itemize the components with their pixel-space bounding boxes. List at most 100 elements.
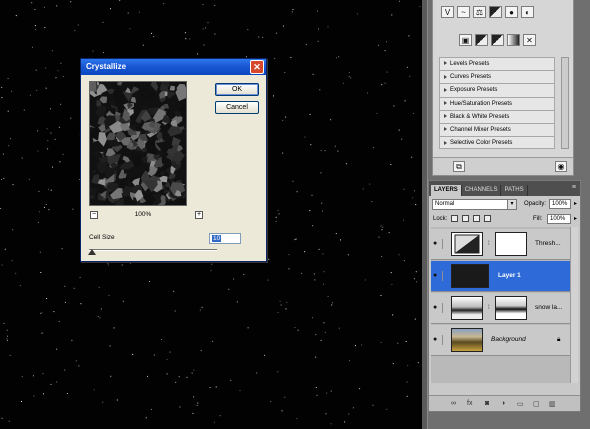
opacity-arrow-icon[interactable]: ▸ <box>574 200 577 209</box>
adjustments-scrollbar[interactable] <box>561 57 569 149</box>
preset-item[interactable]: Black & White Presets <box>439 109 555 123</box>
posterize-icon[interactable] <box>507 34 520 46</box>
star-dot <box>233 278 235 280</box>
lock-image-icon[interactable] <box>462 215 469 222</box>
clip-icon[interactable]: ⧉ <box>453 161 465 172</box>
close-icon[interactable]: ✕ <box>250 60 264 74</box>
balance-icon[interactable]: ⚖ <box>473 6 486 18</box>
invert-icon[interactable]: ✕ <box>523 34 536 46</box>
ok-button[interactable]: OK <box>215 83 259 96</box>
layer-row-snow[interactable]: ● ⁞ snow la... <box>431 293 571 324</box>
filter-preview[interactable] <box>89 81 187 206</box>
lock-all-icon[interactable] <box>484 215 491 222</box>
layers-scrollbar[interactable] <box>570 227 578 383</box>
star-dot <box>292 180 294 182</box>
preset-item[interactable]: Channel Mixer Presets <box>439 122 555 137</box>
star-dot <box>330 119 332 121</box>
hue-icon[interactable]: ● <box>505 6 518 18</box>
star-dot <box>381 255 383 257</box>
new-layer-icon[interactable]: ▢ <box>533 400 540 408</box>
slider-handle[interactable] <box>88 249 96 255</box>
zoom-in-button[interactable]: + <box>195 211 203 219</box>
star-dot <box>178 376 180 378</box>
exposure-icon[interactable] <box>489 6 502 18</box>
link-layers-icon[interactable]: ∞ <box>451 400 456 407</box>
preset-item[interactable]: Selective Color Presets <box>439 136 555 150</box>
star-dot <box>184 32 186 34</box>
link-icon[interactable]: ⁞ <box>488 305 490 311</box>
star-dot <box>35 69 37 71</box>
group-icon[interactable]: ▭ <box>517 400 524 408</box>
star-dot <box>338 56 340 58</box>
star-dot <box>348 413 350 415</box>
cell-size-slider[interactable] <box>89 249 217 251</box>
blend-mode-select[interactable]: Normal ▾ <box>432 199 517 210</box>
fill-input[interactable]: 100% <box>547 214 571 224</box>
layer-style-icon[interactable]: fx <box>467 400 472 407</box>
cancel-button[interactable]: Cancel <box>215 101 259 114</box>
dialog-title-bar[interactable]: Crystallize ✕ <box>81 59 266 75</box>
star-dot <box>315 387 317 388</box>
fill-arrow-icon[interactable]: ▸ <box>574 215 577 224</box>
star-dot <box>150 408 152 410</box>
star-dot <box>280 304 282 306</box>
star-dot <box>380 225 382 227</box>
star-dot <box>292 9 294 11</box>
preset-item[interactable]: Curves Presets <box>439 70 555 84</box>
star-dot <box>386 408 388 410</box>
star-dot <box>174 310 176 312</box>
lock-transparency-icon[interactable] <box>451 215 458 222</box>
add-mask-icon[interactable]: ◙ <box>485 400 489 407</box>
preset-item[interactable]: Exposure Presets <box>439 83 555 97</box>
star-dot <box>230 379 232 381</box>
layer-row-layer-1[interactable]: ● Layer 1 <box>431 261 571 292</box>
gradient-map-icon[interactable] <box>475 34 488 46</box>
cell-size-input[interactable]: 10 <box>209 233 241 244</box>
eye-icon[interactable]: ● <box>433 239 443 249</box>
preset-item[interactable]: Levels Presets <box>439 57 555 71</box>
star-dot <box>99 317 101 319</box>
zoom-out-button[interactable]: − <box>90 211 98 219</box>
trash-icon[interactable]: ▥ <box>549 400 556 408</box>
eye-icon[interactable]: ● <box>433 335 443 345</box>
star-dot <box>48 209 50 211</box>
mask-icon[interactable]: ▣ <box>459 34 472 46</box>
visibility-icon[interactable]: ◉ <box>555 161 567 172</box>
star-dot <box>297 329 299 331</box>
star-dot <box>47 148 49 150</box>
star-dot <box>407 364 409 366</box>
star-dot <box>12 184 14 186</box>
star-dot <box>127 12 129 14</box>
layer-name: snow la... <box>535 304 563 311</box>
tab-paths[interactable]: PATHS <box>501 185 528 196</box>
star-dot <box>7 78 9 79</box>
color-balance-icon[interactable]: ◐ <box>521 6 534 18</box>
star-dot <box>52 166 53 168</box>
levels-icon[interactable]: V <box>441 6 454 18</box>
lock-position-icon[interactable] <box>473 215 480 222</box>
star-dot <box>214 5 216 6</box>
lock-icon: 🔒︎ <box>557 336 561 343</box>
star-dot <box>413 278 415 280</box>
star-dot <box>399 0 400 2</box>
star-dot <box>270 401 272 402</box>
threshold-icon[interactable] <box>491 34 504 46</box>
star-dot <box>62 153 64 155</box>
panel-menu-icon[interactable]: ≡ <box>572 184 576 191</box>
preset-item[interactable]: Hue/Saturation Presets <box>439 96 555 110</box>
layer-row-threshold[interactable]: ● ⁞ Thresh... <box>431 229 571 260</box>
curves-icon[interactable]: ~ <box>457 6 470 18</box>
eye-icon[interactable]: ● <box>433 271 443 281</box>
cell-size-label: Cell Size <box>89 234 115 241</box>
star-dot <box>323 322 325 324</box>
eye-icon[interactable]: ● <box>433 303 443 313</box>
adjustment-layer-icon[interactable]: ◑ <box>501 400 505 407</box>
link-icon[interactable]: ⁞ <box>488 241 490 247</box>
tab-channels[interactable]: CHANNELS <box>462 185 502 196</box>
layer-row-background[interactable]: ● Background 🔒︎ <box>431 325 571 356</box>
star-dot <box>19 285 21 287</box>
tab-layers[interactable]: LAYERS <box>431 185 462 196</box>
star-dot <box>64 301 66 303</box>
star-dot <box>60 103 62 105</box>
opacity-input[interactable]: 100% <box>549 199 571 209</box>
